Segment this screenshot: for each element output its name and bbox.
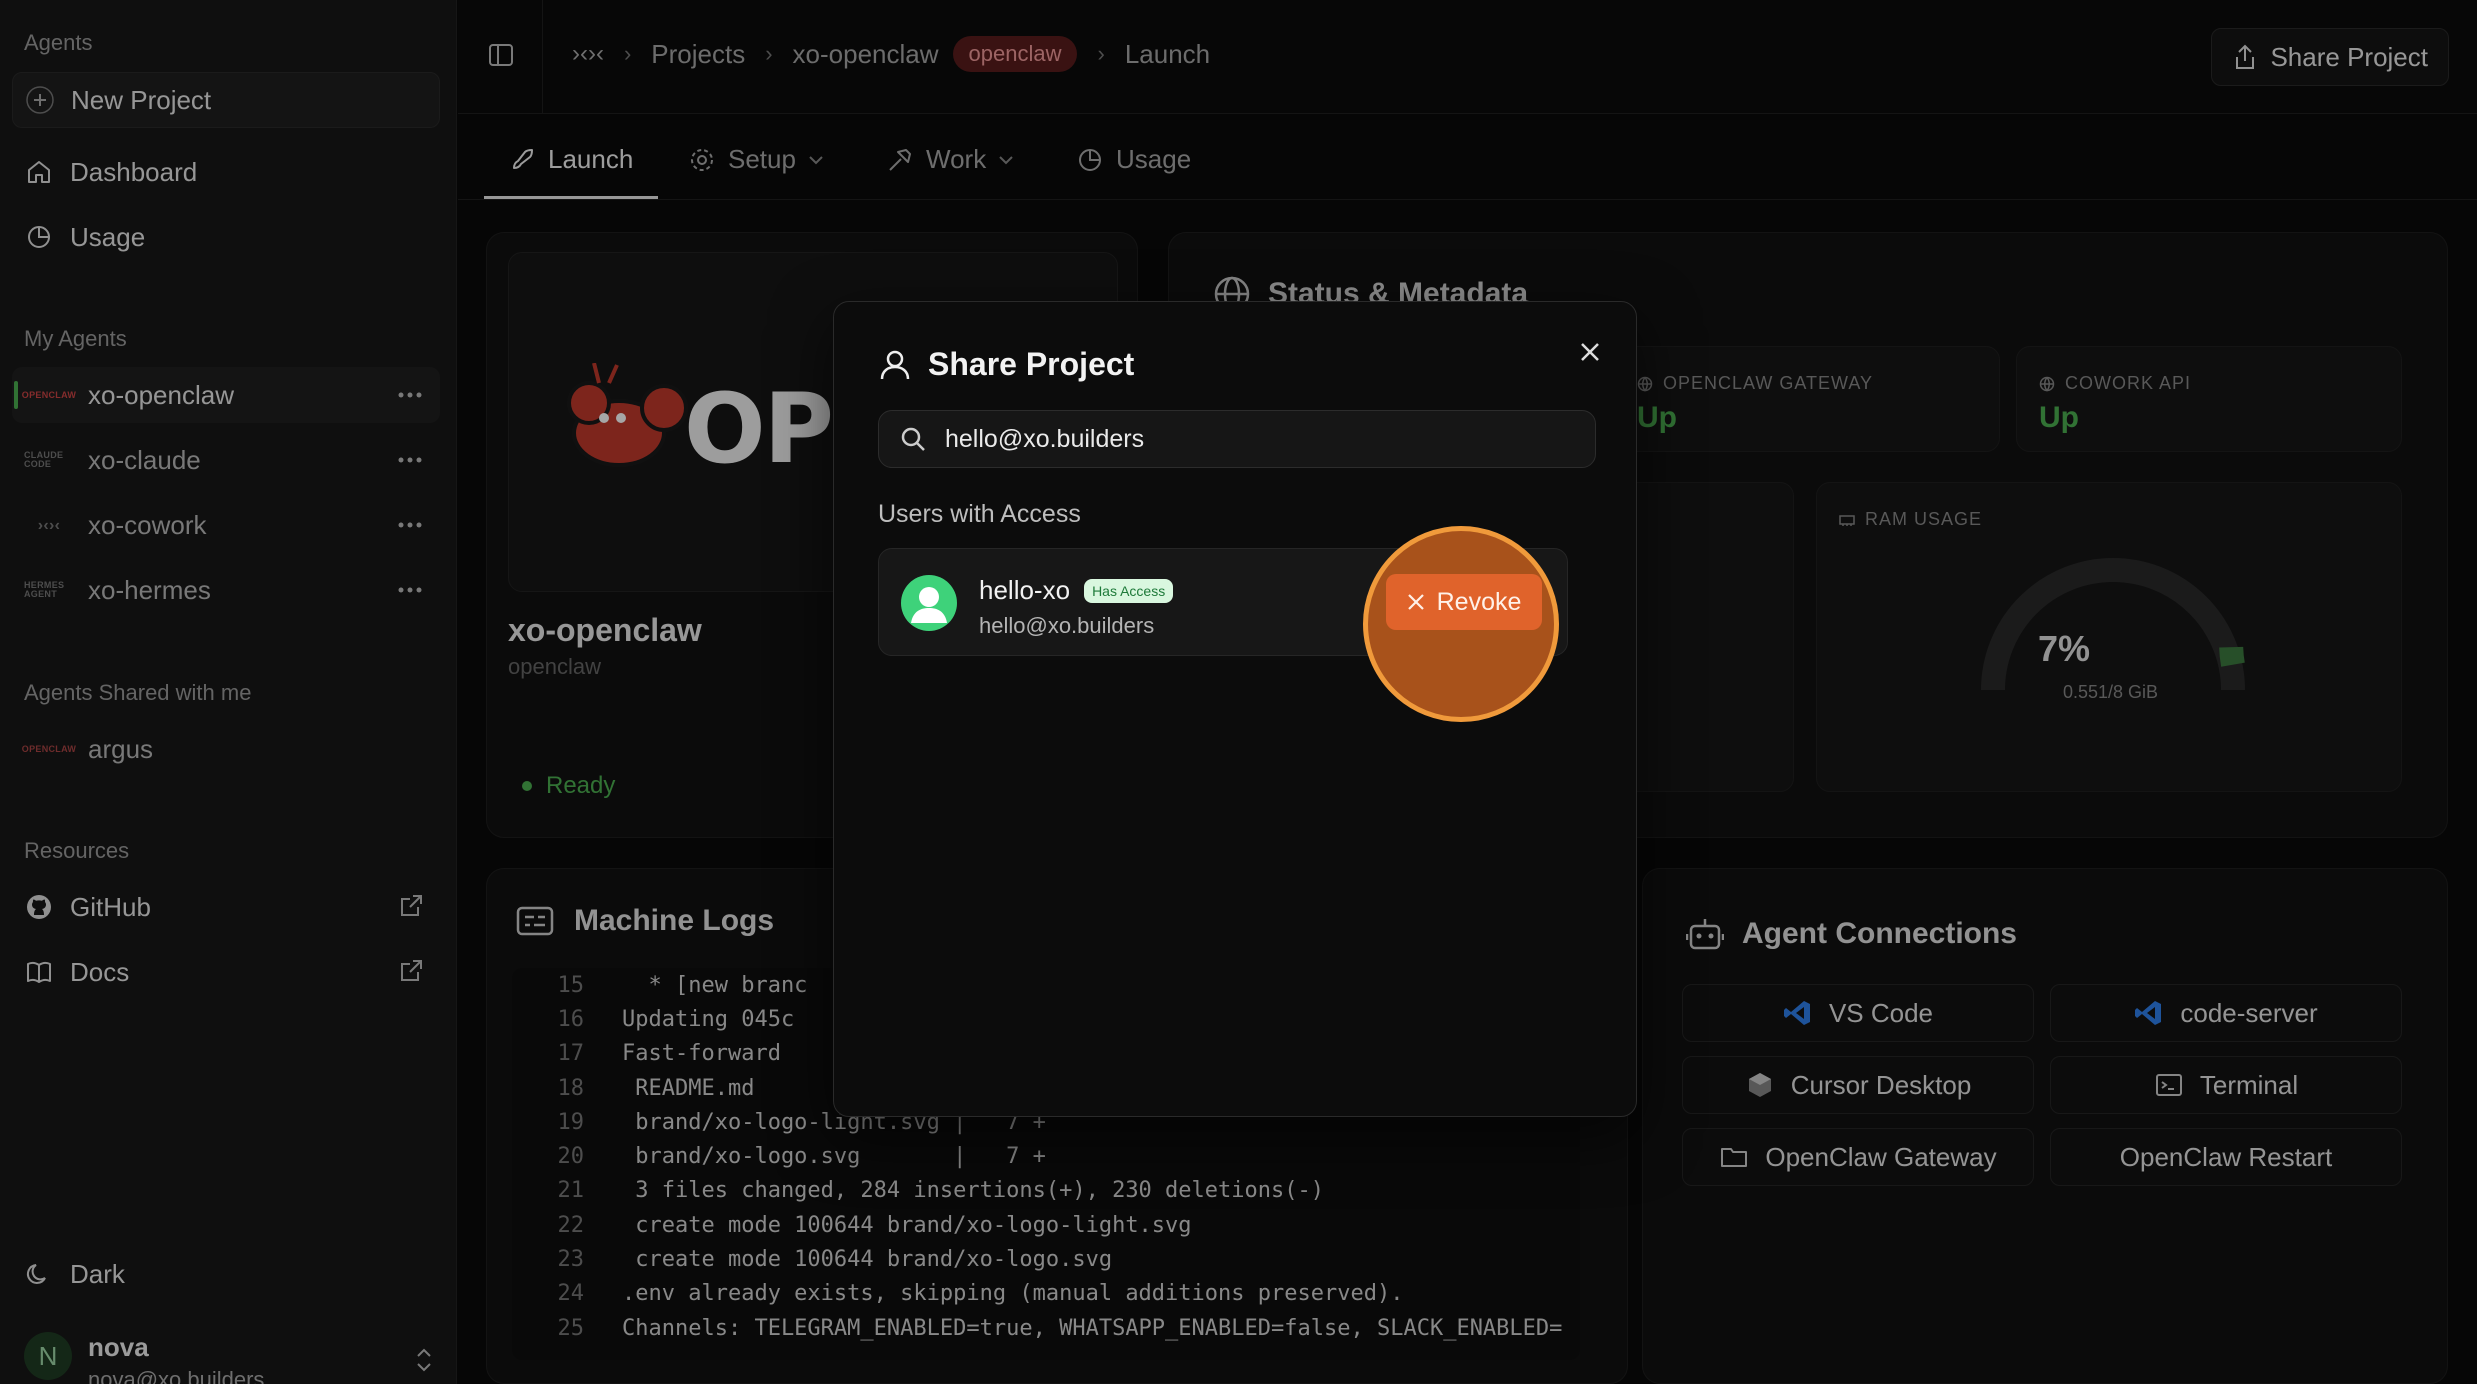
search-input[interactable] [945, 424, 1565, 454]
user-search [878, 410, 1596, 468]
access-user-name-row: hello-xo Has Access [979, 575, 1174, 606]
user-icon [880, 350, 910, 379]
avatar [901, 575, 957, 631]
revoke-button[interactable]: Revoke [1386, 574, 1542, 630]
users-with-access-heading: Users with Access [878, 500, 1081, 528]
dialog-title-text: Share Project [928, 346, 1135, 382]
share-project-dialog: Share Project Users with Access hello-xo… [833, 301, 1637, 1117]
access-user-email: hello@xo.builders [979, 613, 1155, 638]
revoke-label: Revoke [1436, 587, 1522, 616]
access-user-name: hello-xo [979, 575, 1071, 605]
dialog-title: Share Project [878, 346, 1134, 383]
close-icon[interactable] [1570, 332, 1610, 372]
search-icon [901, 427, 925, 451]
close-icon [1407, 594, 1424, 610]
has-access-badge: Has Access [1084, 578, 1174, 603]
